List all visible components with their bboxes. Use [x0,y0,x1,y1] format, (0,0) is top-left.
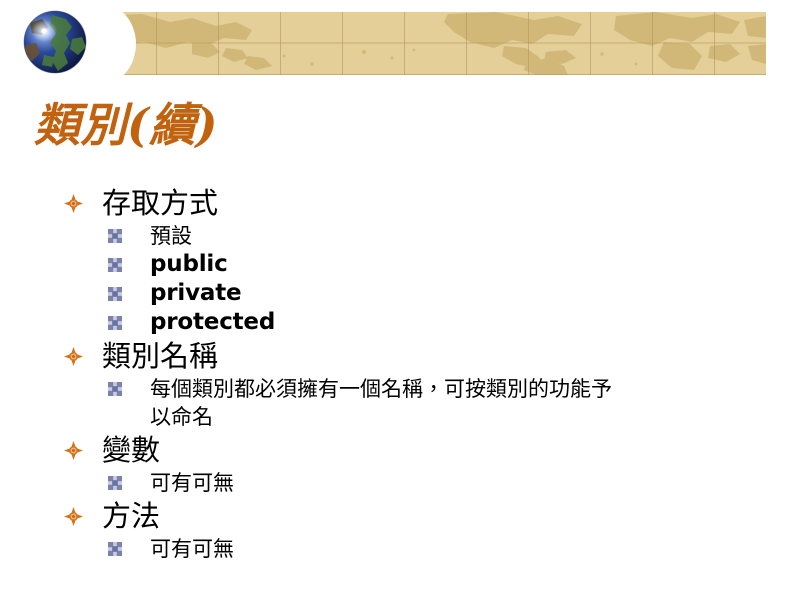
outline-level2-item: 每個類別都必須擁有一個名稱，可按類別的功能予 以命名 [62,375,722,431]
compass-star-bullet-icon [64,441,83,460]
outline-level2-item: private [62,279,722,308]
outline-body: 存取方式 預設 public private protected 類別名稱 每個… [62,184,722,563]
outline-level1-item: 類別名稱 [62,337,722,375]
outline-level2-label: 可有可無 [150,537,234,561]
outline-level1-label: 類別名稱 [102,339,219,373]
outline-level2-label: private [150,280,242,306]
outline-level2-group: 預設 public private protected [62,222,722,337]
square-cross-bullet-icon [108,476,122,490]
page-title: 類別(續) [34,98,219,152]
outline-level1-label: 存取方式 [102,186,219,220]
outline-level1-item: 存取方式 [62,184,722,222]
outline-level2-item: 可有可無 [62,469,722,497]
outline-level2-item: public [62,250,722,279]
compass-star-bullet-icon [64,347,83,366]
outline-level2-group: 可有可無 [62,469,722,497]
band-gridlines [96,12,766,75]
outline-level2-group: 每個類別都必須擁有一個名稱，可按類別的功能予 以命名 [62,375,722,431]
globe-icon [22,9,88,75]
outline-level2-group: 可有可無 [62,535,722,563]
square-cross-bullet-icon [108,316,122,330]
slide: 類別(續) 存取方式 預設 public private protected 類… [0,0,800,600]
outline-level1-label: 方法 [102,499,161,533]
outline-level2-label: 每個類別都必須擁有一個名稱，可按類別的功能予 [150,377,612,401]
outline-level2-label: public [150,251,228,277]
outline-level2-label: 預設 [150,224,192,248]
outline-level2-label: protected [150,309,276,335]
square-cross-bullet-icon [108,382,122,396]
compass-star-bullet-icon [64,507,83,526]
outline-level2-label-continued: 以命名 [150,405,213,429]
outline-level2-label: 可有可無 [150,471,234,495]
square-cross-bullet-icon [108,229,122,243]
square-cross-bullet-icon [108,258,122,272]
square-cross-bullet-icon [108,542,122,556]
outline-level2-item: 可有可無 [62,535,722,563]
square-cross-bullet-icon [108,287,122,301]
outline-level2-item: protected [62,308,722,337]
outline-level2-item: 預設 [62,222,722,250]
outline-level1-item: 變數 [62,431,722,469]
outline-level1-label: 變數 [102,433,161,467]
compass-star-bullet-icon [64,194,83,213]
globe-icon-graphic [23,10,87,74]
outline-level1-item: 方法 [62,497,722,535]
header-banner [96,12,766,75]
